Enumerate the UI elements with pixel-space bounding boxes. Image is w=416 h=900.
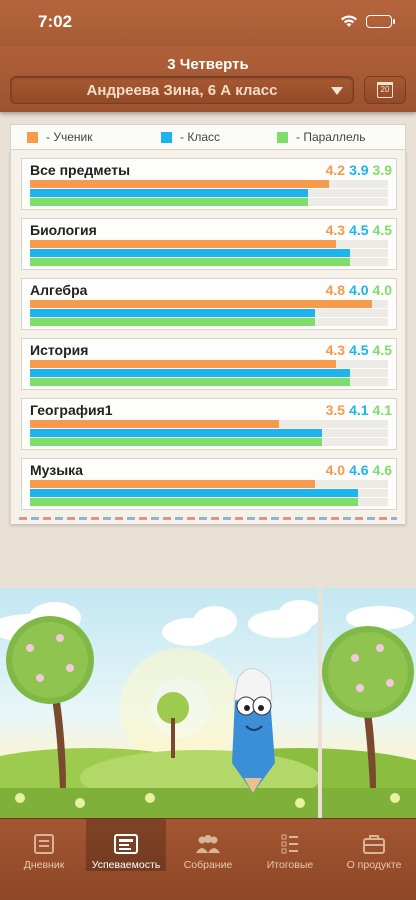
totals-icon — [277, 833, 303, 855]
bar-student — [30, 360, 336, 368]
diary-icon — [31, 833, 57, 855]
bar-student — [30, 420, 279, 428]
legend: - Ученик - Класс - Параллель — [10, 124, 406, 150]
student-select-value: Андреева Зина, 6 А класс — [86, 81, 278, 99]
subject-value-class: 3.9 — [349, 162, 369, 178]
subject-name: Биология — [30, 222, 97, 238]
calendar-button[interactable]: 20 — [364, 76, 406, 104]
bar-parallel — [30, 198, 308, 206]
subject-card[interactable]: История 4.3 4.5 4.5 — [21, 338, 397, 390]
bar-parallel — [30, 498, 358, 506]
subject-name: География1 — [30, 402, 113, 418]
bar-class — [30, 309, 315, 317]
legend-class-label: - Класс — [180, 130, 220, 144]
subject-value-student: 3.5 — [325, 402, 346, 418]
tab-diary[interactable]: Дневник — [4, 819, 84, 871]
subject-value-parallel: 3.9 — [372, 162, 392, 178]
subject-value-student: 4.0 — [325, 462, 346, 478]
tab-label: О продукте — [346, 859, 402, 871]
bar-student — [30, 240, 336, 248]
subject-value-class: 4.1 — [349, 402, 369, 418]
subject-values: 3.5 4.1 4.1 — [326, 402, 392, 418]
briefcase-icon — [361, 833, 387, 855]
bar-parallel — [30, 258, 350, 266]
subject-value-student: 4.3 — [325, 222, 346, 238]
subject-card[interactable]: География1 3.5 4.1 4.1 — [21, 398, 397, 450]
subject-value-class: 4.5 — [349, 342, 369, 358]
airmail-border — [19, 517, 397, 520]
legend-parallel: - Параллель — [277, 130, 366, 144]
meeting-icon — [195, 833, 221, 855]
tab-label: Собрание — [183, 859, 233, 871]
legend-parallel-swatch — [277, 131, 288, 143]
student-select[interactable]: Андреева Зина, 6 А класс — [10, 76, 354, 104]
status-bar: 7:02 — [0, 0, 416, 46]
subject-value-student: 4.2 — [325, 162, 346, 178]
subject-values: 4.3 4.5 4.5 — [326, 222, 392, 238]
subject-card[interactable]: Биология 4.3 4.5 4.5 — [21, 218, 397, 270]
wifi-icon — [340, 14, 358, 28]
tab-label: Успеваемость — [91, 859, 161, 871]
tab-bar: Дневник Успеваемость Собрание Итоговые О про… — [0, 818, 416, 900]
bar-parallel — [30, 438, 322, 446]
subjects-panel: Все предметы 4.2 3.9 3.9 Биология 4.3 4.5 4.5 Ал… — [10, 150, 406, 524]
header: 3 Четверть Андреева Зина, 6 А класс 20 — [0, 46, 416, 112]
bar-parallel — [30, 318, 315, 326]
legend-parallel-label: - Параллель — [296, 130, 366, 144]
subject-name: Все предметы — [30, 162, 131, 178]
subject-value-student: 4.3 — [325, 342, 346, 358]
tab-totals[interactable]: Итоговые — [250, 819, 330, 871]
bar-parallel — [30, 378, 350, 386]
bar-class — [30, 189, 308, 197]
performance-icon — [113, 833, 139, 855]
subject-card[interactable]: Алгебра 4.8 4.0 4.0 — [21, 278, 397, 330]
subject-card[interactable]: Все предметы 4.2 3.9 3.9 — [21, 158, 397, 210]
bar-student — [30, 180, 329, 188]
subject-value-parallel: 4.5 — [372, 342, 392, 358]
subject-value-class: 4.6 — [349, 462, 369, 478]
subject-value-class: 4.0 — [349, 282, 369, 298]
calendar-icon: 20 — [377, 82, 393, 98]
legend-class: - Класс — [161, 130, 220, 144]
subject-value-parallel: 4.0 — [372, 282, 392, 298]
subject-card[interactable]: Музыка 4.0 4.6 4.6 — [21, 458, 397, 510]
status-time: 7:02 — [38, 12, 73, 31]
subject-name: Музыка — [30, 462, 83, 478]
legend-student-label: - Ученик — [46, 130, 93, 144]
legend-student-swatch — [27, 131, 38, 143]
bar-student — [30, 300, 372, 308]
battery-icon — [366, 14, 395, 28]
bar-class — [30, 369, 350, 377]
tab-label: Дневник — [23, 859, 65, 871]
subject-name: Алгебра — [30, 282, 88, 298]
subject-value-parallel: 4.5 — [372, 222, 392, 238]
subject-value-parallel: 4.6 — [372, 462, 392, 478]
legend-student: - Ученик — [27, 130, 92, 144]
dropdown-arrow-icon — [331, 87, 343, 95]
tab-meeting[interactable]: Собрание — [168, 819, 248, 871]
bar-class — [30, 249, 350, 257]
subject-values: 4.8 4.0 4.0 — [326, 282, 392, 298]
subject-value-parallel: 4.1 — [372, 402, 392, 418]
page-title: 3 Четверть — [167, 56, 249, 73]
subject-values: 4.0 4.6 4.6 — [326, 462, 392, 478]
decorative-illustration — [0, 588, 416, 818]
subject-values: 4.2 3.9 3.9 — [326, 162, 392, 178]
bar-class — [30, 429, 322, 437]
tab-performance[interactable]: Успеваемость — [86, 819, 166, 871]
bar-student — [30, 480, 315, 488]
subject-value-class: 4.5 — [349, 222, 369, 238]
legend-class-swatch — [161, 131, 172, 143]
subject-value-student: 4.8 — [325, 282, 346, 298]
bar-class — [30, 489, 358, 497]
tab-label: Итоговые — [266, 859, 314, 871]
subject-values: 4.3 4.5 4.5 — [326, 342, 392, 358]
subject-name: История — [30, 342, 89, 358]
tab-briefcase[interactable]: О продукте — [334, 819, 414, 871]
